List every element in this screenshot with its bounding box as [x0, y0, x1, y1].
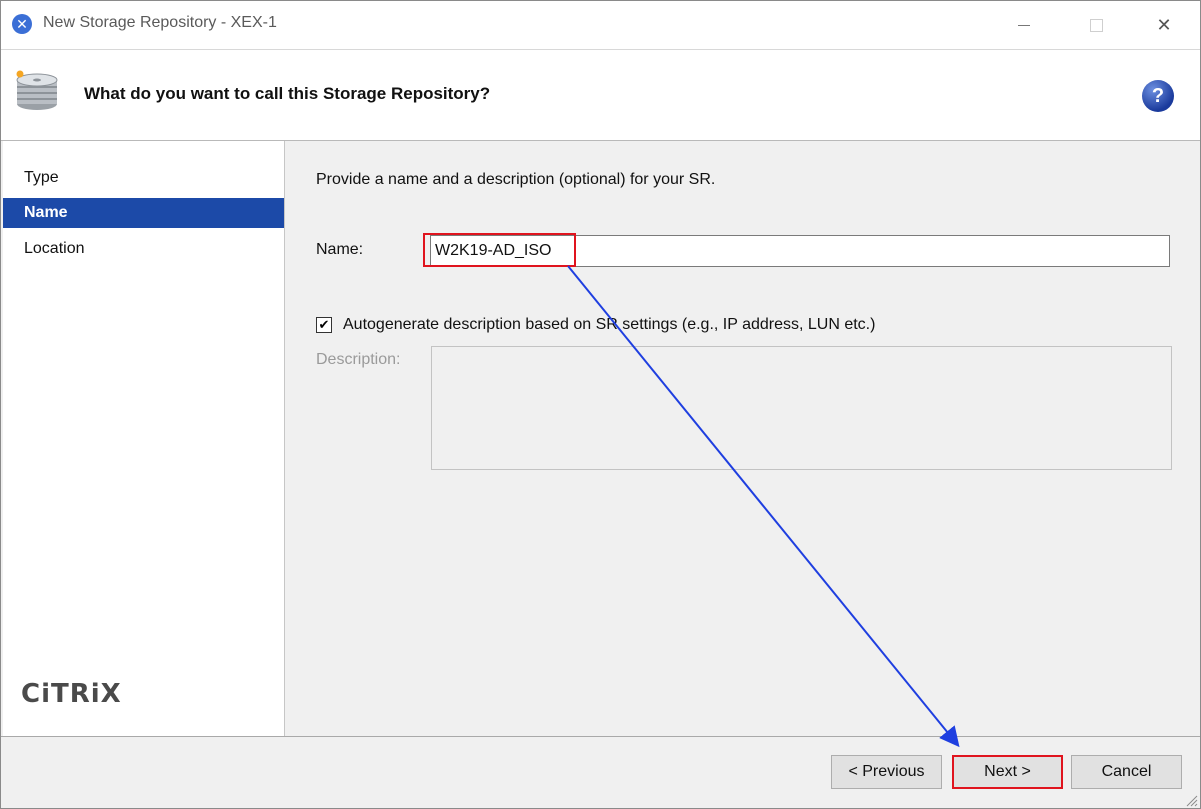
previous-button[interactable]: < Previous [831, 755, 942, 789]
minimize-button[interactable] [1001, 9, 1047, 41]
instruction-text: Provide a name and a description (option… [316, 171, 716, 188]
wizard-header: What do you want to call this Storage Re… [1, 49, 1200, 141]
wizard-content: Provide a name and a description (option… [285, 141, 1200, 736]
description-label: Description: [316, 351, 401, 368]
title-bar: ✕ New Storage Repository - XEX-1 ✕ [1, 1, 1200, 49]
step-name[interactable]: Name [3, 198, 284, 228]
xencenter-app-icon: ✕ [12, 14, 32, 34]
step-location[interactable]: Location [3, 234, 284, 264]
storage-disk-icon [16, 70, 58, 110]
next-button[interactable]: Next > [952, 755, 1063, 789]
close-button[interactable]: ✕ [1141, 9, 1187, 41]
wizard-steps-sidebar: Type Name Location CiTRiX [3, 141, 285, 736]
name-label: Name: [316, 241, 364, 258]
wizard-footer: < Previous Next > Cancel [1, 736, 1200, 808]
name-highlight-box [423, 233, 576, 267]
page-title: What do you want to call this Storage Re… [84, 84, 491, 103]
maximize-icon [1090, 19, 1103, 32]
wizard-window: ✕ New Storage Repository - XEX-1 ✕ What … [0, 0, 1201, 809]
autogenerate-label[interactable]: Autogenerate description based on SR set… [343, 316, 875, 334]
autogenerate-checkbox[interactable]: ✔ [316, 317, 332, 333]
description-textarea [431, 346, 1172, 470]
resize-grip-icon[interactable] [1184, 793, 1198, 807]
cancel-button[interactable]: Cancel [1071, 755, 1182, 789]
step-type[interactable]: Type [3, 163, 284, 193]
window-title: New Storage Repository - XEX-1 [43, 14, 277, 31]
citrix-logo: CiTRiX [21, 679, 122, 709]
maximize-button[interactable] [1073, 9, 1119, 41]
minimize-icon [1018, 25, 1030, 26]
help-icon[interactable]: ? [1142, 80, 1174, 112]
